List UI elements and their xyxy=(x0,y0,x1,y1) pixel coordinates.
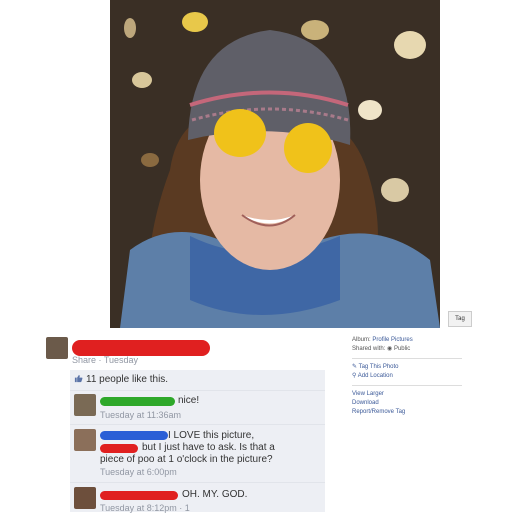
commenter-name-redaction xyxy=(100,444,138,453)
report-link[interactable]: Report/Remove Tag xyxy=(352,408,472,417)
comment-item: I LOVE this picture, but I just have to … xyxy=(70,424,325,487)
location-pin-icon: ⚲ xyxy=(352,373,357,379)
likes-row[interactable]: 11 people like this. xyxy=(74,374,168,385)
divider xyxy=(352,358,462,359)
photo-illustration xyxy=(110,0,440,328)
tag-icon: ✎ xyxy=(352,364,358,370)
thumbs-up-icon xyxy=(74,374,83,383)
shared-label: Shared with: xyxy=(352,346,386,352)
commenter-avatar[interactable] xyxy=(74,429,96,451)
shared-value: Public xyxy=(393,346,411,352)
comment-text: OH. MY. GOD. xyxy=(182,489,248,500)
comment-time[interactable]: Tuesday at 11:36am xyxy=(100,410,181,420)
divider xyxy=(352,385,462,386)
album-label: Album: xyxy=(352,337,371,343)
profile-photo[interactable] xyxy=(110,0,440,328)
share-line[interactable]: Share · Tuesday xyxy=(72,355,138,365)
comment-time[interactable]: Tuesday at 6:00pm xyxy=(100,467,177,477)
comment-item: OH. MY. GOD. Tuesday at 8:12pm · 1 xyxy=(70,482,325,513)
add-location-label: Add Location xyxy=(357,373,393,379)
commenter-avatar[interactable] xyxy=(74,394,96,416)
globe-icon: ◉ xyxy=(387,346,393,352)
photo-meta-panel: Album: Profile Pictures Shared with: ◉ P… xyxy=(352,336,472,417)
tag-this-photo-link[interactable]: ✎ Tag This Photo xyxy=(352,363,472,372)
comment-text: nice! xyxy=(178,395,200,406)
tag-photo-button[interactable]: Tag xyxy=(448,311,472,327)
comments-section: 11 people like this. nice! Tuesday at 11… xyxy=(70,370,325,513)
album-row: Album: Profile Pictures xyxy=(352,336,472,345)
likes-count: 11 people like this. xyxy=(86,374,169,385)
shared-row: Shared with: ◉ Public xyxy=(352,345,472,354)
commenter-name-redaction xyxy=(100,397,175,406)
owner-name-redaction xyxy=(72,340,210,356)
commenter-name-redaction xyxy=(100,491,178,500)
tag-this-photo-label: Tag This Photo xyxy=(358,364,399,370)
add-location-link[interactable]: ⚲ Add Location xyxy=(352,372,472,381)
comment-text: I LOVE this picture, xyxy=(168,430,255,441)
album-link[interactable]: Profile Pictures xyxy=(372,337,412,343)
owner-avatar[interactable] xyxy=(46,337,68,359)
comment-text: piece of poo at 1 o'clock in the picture… xyxy=(100,454,273,465)
comment-text: but I just have to ask. Is that a xyxy=(142,442,275,453)
commenter-name-redaction xyxy=(100,431,168,440)
download-link[interactable]: Download xyxy=(352,399,472,408)
view-larger-link[interactable]: View Larger xyxy=(352,390,472,399)
commenter-avatar[interactable] xyxy=(74,487,96,509)
